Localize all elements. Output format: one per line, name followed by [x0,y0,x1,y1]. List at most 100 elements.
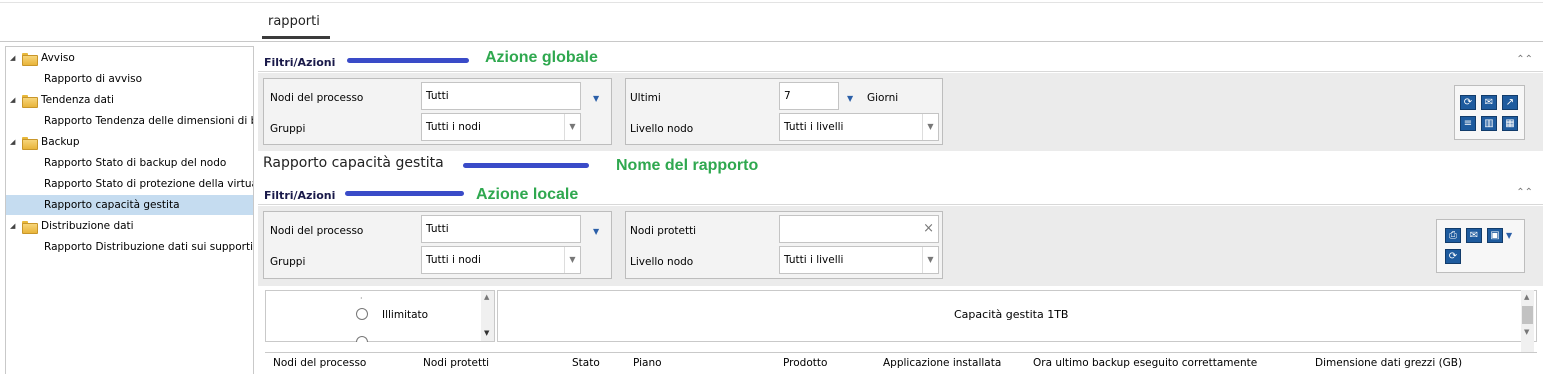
radio-illimitato[interactable] [356,308,368,320]
tree-label: Avviso [41,52,75,64]
collapse-icon[interactable]: ⌃⌃ [1516,54,1533,65]
tree-label: Distribuzione dati [41,220,134,232]
expand-triangle-icon[interactable]: ◢ [10,222,22,230]
column-header[interactable]: Prodotto [783,357,827,369]
last-days-field[interactable]: 7 [779,82,839,110]
grid-view-icon[interactable]: ▦ [1502,116,1518,131]
groups-value: Tutti i nodi [426,121,481,133]
email-icon[interactable]: ✉ [1481,95,1497,110]
annotation-azione-globale: Azione globale [485,49,598,66]
tree-item-rapporto-tendenza[interactable]: Rapporto Tendenza delle dimensioni di ba… [6,111,253,131]
tab-active-indicator [262,36,330,39]
expand-triangle-icon[interactable]: ◢ [10,138,22,146]
tree-item-stato-backup[interactable]: Rapporto Stato di backup del nodo [6,153,253,173]
column-header[interactable]: Applicazione installata [883,357,1001,369]
chevron-down-icon[interactable]: ▼ [564,247,580,273]
email-icon[interactable]: ✉ [1466,228,1482,243]
column-header[interactable]: Stato [572,357,600,369]
global-node-filter-group: Nodi del processo Tutti ▼ Gruppi Tutti i… [263,78,612,145]
collapse-icon[interactable]: ⌃⌃ [1516,187,1533,198]
list-view-icon[interactable]: ≡ [1460,116,1476,131]
column-view-icon[interactable]: ▥ [1481,116,1497,131]
tree-item-capacita-gestita[interactable]: Rapporto capacità gestita [6,195,253,215]
column-header[interactable]: Nodi protetti [423,357,489,369]
tree-folder-tendenza-dati[interactable]: ◢ Tendenza dati [6,90,253,110]
column-header[interactable]: Piano [633,357,662,369]
chevron-down-icon[interactable]: ▼ [922,114,938,140]
chart-title: Capacità gestita 1TB [954,308,1069,321]
scroll-down-icon[interactable]: ▼ [484,329,489,337]
column-header[interactable]: Dimensione dati grezzi (GB) [1315,357,1462,369]
node-level-value: Tutti i livelli [784,121,844,133]
refresh-icon[interactable]: ⟳ [1460,95,1476,110]
expand-triangle-icon[interactable]: ◢ [10,96,22,104]
tree-item-rapporto-avviso[interactable]: Rapporto di avviso [6,69,253,89]
local-process-nodes-field[interactable]: Tutti [421,215,581,243]
days-label: Giorni [867,92,899,104]
scroll-up-icon[interactable]: ▲ [484,293,489,301]
local-filters-title: Filtri/Azioni [264,189,336,202]
global-toolbar: ⟳ ✉ ↗ ≡ ▥ ▦ [1454,85,1525,140]
capacity-options: · Illimitato ▲ ▼ [265,290,495,342]
folder-icon [22,52,38,66]
report-tree: ◢ Avviso Rapporto di avviso ◢ Tendenza d… [5,46,254,374]
local-filters-panel: Nodi del processo Tutti ▼ Gruppi Tutti i… [258,206,1543,286]
column-header[interactable]: Ora ultimo backup eseguito correttamente [1033,357,1257,369]
chevron-down-icon[interactable]: ▼ [564,114,580,140]
groups-select[interactable]: Tutti i nodi ▼ [421,113,581,141]
save-dropdown-icon[interactable]: ▼ [1506,231,1512,240]
options-scrollbar[interactable]: ▲ ▼ [481,291,494,341]
dropdown-arrow-icon[interactable]: ▼ [847,94,853,103]
expand-triangle-icon[interactable]: ◢ [10,54,22,62]
scroll-up-icon[interactable]: ▲ [1524,293,1529,301]
tree-item-stato-protezione[interactable]: Rapporto Stato di protezione della virtu… [6,174,253,194]
radio-next-partial[interactable] [356,336,368,342]
tab-rapporti[interactable]: rapporti [268,14,320,29]
annotation-line [347,58,469,63]
refresh-icon[interactable]: ⟳ [1445,249,1461,264]
tree-label: Rapporto Distribuzione dati sui supporti [44,241,253,253]
local-groups-select[interactable]: Tutti i nodi ▼ [421,246,581,274]
dropdown-arrow-icon[interactable]: ▼ [593,227,599,236]
local-process-nodes-value: Tutti [426,223,449,235]
tree-folder-distribuzione-dati[interactable]: ◢ Distribuzione dati [6,216,253,236]
tree-folder-avviso[interactable]: ◢ Avviso [6,48,253,68]
save-icon[interactable]: ▣ [1487,228,1503,243]
scroll-down-icon[interactable]: ▼ [1524,328,1529,336]
local-node-level-select[interactable]: Tutti i livelli ▼ [779,246,939,274]
local-protected-filter-group: Nodi protetti × Livello nodo Tutti i liv… [625,211,943,279]
radio-illimitato-label: Illimitato [382,309,429,321]
tree-label: Rapporto capacità gestita [44,199,180,211]
folder-icon [22,94,38,108]
folder-icon [22,136,38,150]
report-table-header: Nodi del processo Nodi protetti Stato Pi… [265,352,1537,374]
folder-icon [22,220,38,234]
tree-folder-backup[interactable]: ◢ Backup [6,132,253,152]
groups-label: Gruppi [270,123,306,135]
print-icon[interactable]: ⎙ [1445,228,1461,243]
node-level-select[interactable]: Tutti i livelli ▼ [779,113,939,141]
global-time-filter-group: Ultimi 7 ▼ Giorni Livello nodo Tutti i l… [625,78,943,145]
dot-marker: · [360,294,363,303]
protected-nodes-field[interactable]: × [779,215,939,243]
node-level-label: Livello nodo [630,256,694,268]
annotation-azione-locale: Azione locale [476,186,579,203]
dropdown-arrow-icon[interactable]: ▼ [593,94,599,103]
column-header[interactable]: Nodi del processo [273,357,366,369]
last-label: Ultimi [630,92,661,104]
process-nodes-field[interactable]: Tutti [421,82,581,110]
groups-label: Gruppi [270,256,306,268]
clear-icon[interactable]: × [923,221,934,236]
process-nodes-label: Nodi del processo [270,92,364,104]
scrollbar-thumb[interactable] [1522,306,1533,324]
protected-nodes-label: Nodi protetti [630,225,697,237]
process-nodes-value: Tutti [426,90,449,102]
tree-label: Rapporto Stato di backup del nodo [44,157,227,169]
export-icon[interactable]: ↗ [1502,95,1518,110]
tree-item-distribuzione-supporti[interactable]: Rapporto Distribuzione dati sui supporti [6,237,253,257]
capacity-chart-area: Capacità gestita 1TB [497,290,1537,342]
global-filters-title: Filtri/Azioni [264,56,336,69]
local-toolbar: ⎙ ✉ ▣ ▼ ⟳ [1436,219,1525,273]
process-nodes-label: Nodi del processo [270,225,364,237]
chevron-down-icon[interactable]: ▼ [922,247,938,273]
